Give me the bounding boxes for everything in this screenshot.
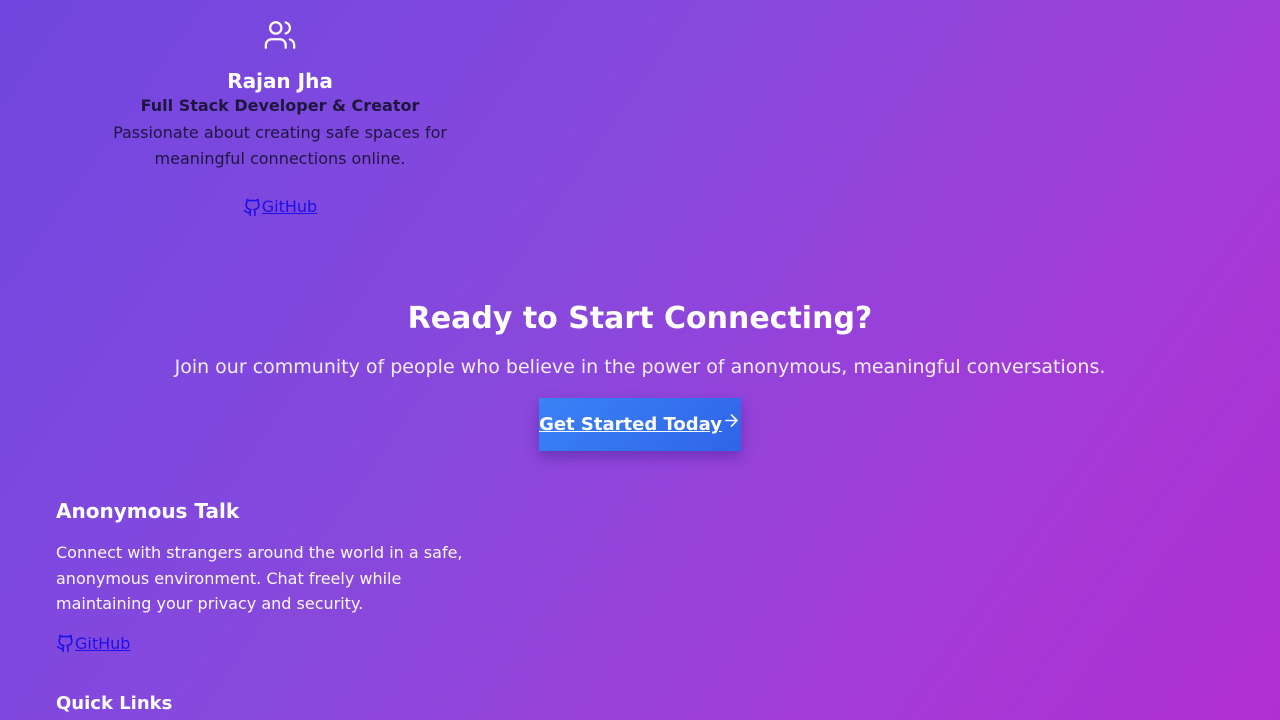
footer-brand: Anonymous Talk <box>56 499 240 523</box>
creator-role: Full Stack Developer & Creator <box>140 96 420 115</box>
creator-bio: Passionate about creating safe spaces fo… <box>113 123 447 168</box>
get-started-label: Get Started Today <box>539 414 722 435</box>
footer: Anonymous Talk Connect with strangers ar… <box>56 498 486 716</box>
creator-github-link[interactable]: GitHub <box>243 196 317 218</box>
quick-links-heading: Quick Links <box>56 693 173 714</box>
cta-heading: Ready to Start Connecting? <box>407 301 873 336</box>
users-icon <box>100 18 460 54</box>
github-icon <box>56 634 75 653</box>
cta-subtext: Join our community of people who believe… <box>174 356 1106 378</box>
footer-github-label: GitHub <box>75 633 131 653</box>
footer-github-link[interactable]: GitHub <box>56 633 130 655</box>
creator-card: Rajan Jha Full Stack Developer & Creator… <box>100 18 460 221</box>
arrow-right-icon <box>722 414 741 435</box>
get-started-button[interactable]: Get Started Today <box>539 398 741 451</box>
creator-name: Rajan Jha <box>227 69 333 93</box>
cta-section: Ready to Start Connecting? Join our comm… <box>0 298 1280 451</box>
github-icon <box>243 198 262 217</box>
creator-github-label: GitHub <box>261 197 318 216</box>
footer-description: Connect with strangers around the world … <box>56 543 463 613</box>
